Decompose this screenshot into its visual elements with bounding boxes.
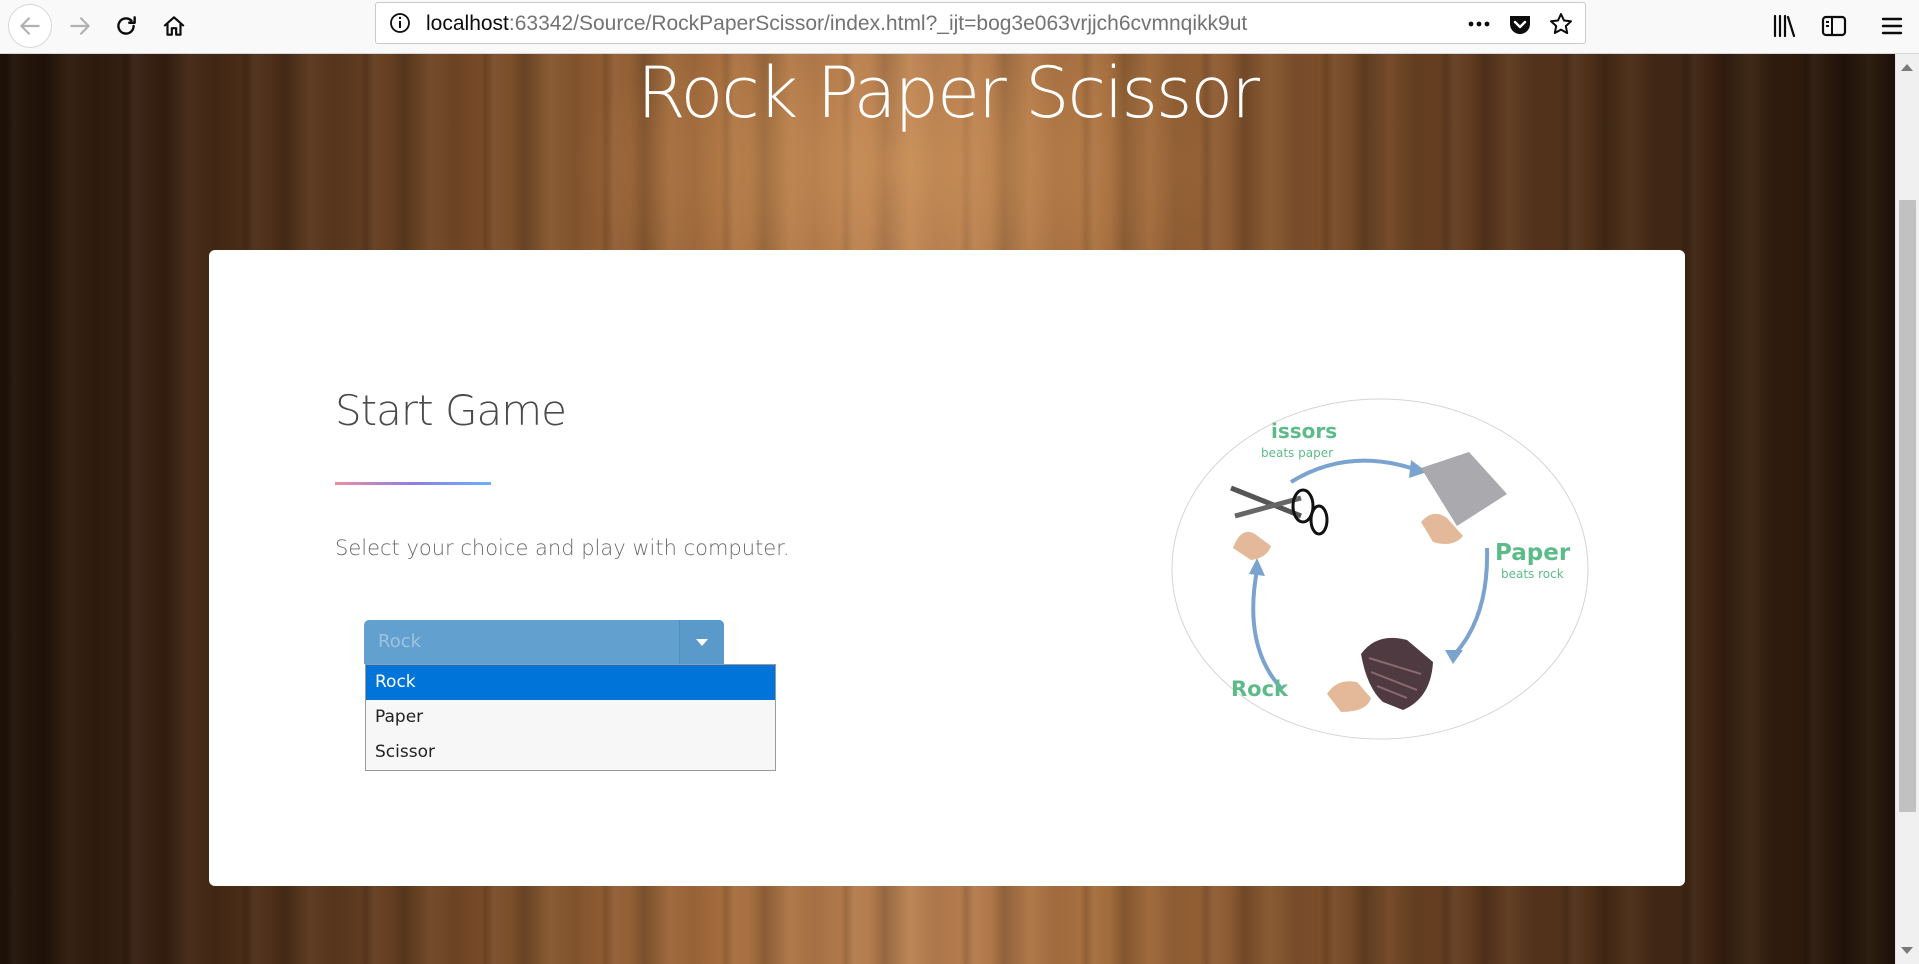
reload-button[interactable] [104,4,148,48]
pocket-icon[interactable] [1507,11,1533,37]
home-icon [163,16,185,36]
reload-icon [117,16,136,35]
url-host: localhost [426,12,509,35]
choice-select[interactable]: Rock [364,620,724,664]
browser-toolbar: localhost:63342/Source/RockPaperScissor/… [0,0,1919,54]
scroll-up-icon[interactable] [1901,64,1913,71]
menu-icon[interactable] [1878,12,1906,40]
more-icon[interactable] [1466,11,1492,37]
page-scrollbar[interactable] [1895,54,1919,964]
page-title: Rock Paper Scissor [636,54,1260,134]
select-value: Rock [378,631,422,652]
forward-button[interactable] [58,4,102,48]
option-rock[interactable]: Rock [366,665,775,700]
game-title: Start Game [335,386,567,435]
title-divider [335,482,491,485]
paper-label: Paper [1495,540,1571,566]
game-subtitle: Select your choice and play with compute… [335,536,790,560]
option-paper[interactable]: Paper [366,700,775,735]
star-icon[interactable] [1548,11,1574,37]
back-button[interactable] [8,4,52,48]
info-icon[interactable] [388,11,412,35]
game-card: Start Game Select your choice and play w… [209,250,1685,886]
rock-label: Rock [1231,677,1289,701]
sidebar-icon[interactable] [1820,12,1848,40]
scrollbar-thumb[interactable] [1899,200,1916,812]
library-icon[interactable] [1770,12,1798,40]
chevron-down-icon [696,639,708,646]
scroll-down-icon[interactable] [1901,947,1913,954]
back-icon [20,17,40,35]
scissors-label: issors [1271,419,1337,443]
option-scissor[interactable]: Scissor [366,735,775,770]
page-background: Rock Paper Scissor Start Game Select you… [0,54,1895,964]
url-bar[interactable]: localhost:63342/Source/RockPaperScissor/… [375,2,1586,44]
rps-diagram: issors beats paper Paper beats rock Rock [1171,398,1589,740]
url-path: :63342/Source/RockPaperScissor/index.htm… [508,12,1248,35]
choice-options: Rock Paper Scissor [365,664,776,771]
scissors-caption: beats paper [1261,446,1333,460]
home-button[interactable] [152,4,196,48]
paper-caption: beats rock [1501,567,1564,581]
url-text[interactable]: localhost:63342/Source/RockPaperScissor/… [426,3,1247,45]
forward-icon [70,17,90,35]
select-toggle[interactable] [679,620,724,664]
